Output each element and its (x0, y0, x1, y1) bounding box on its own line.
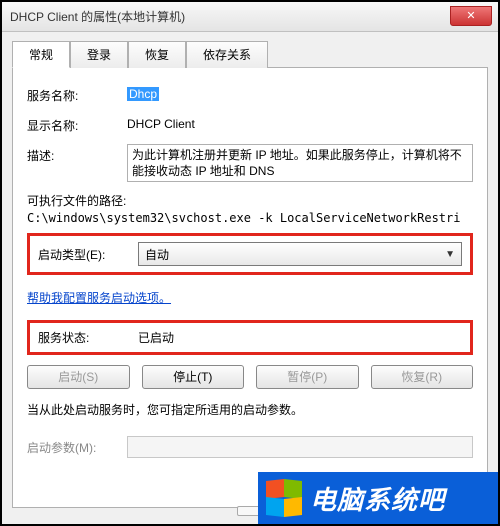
stop-button[interactable]: 停止(T) (142, 365, 245, 389)
start-params-hint: 当从此处启动服务时，您可指定所适用的启动参数。 (27, 401, 473, 418)
watermark-text: 电脑系统吧 (310, 480, 445, 517)
start-button[interactable]: 启动(S) (27, 365, 130, 389)
highlight-startup-type: 启动类型(E): 自动 ▼ (27, 233, 473, 275)
tab-logon[interactable]: 登录 (70, 41, 128, 68)
watermark: 电脑系统吧 (258, 472, 498, 524)
service-name-value: Dhcp (127, 84, 473, 101)
tab-strip: 常规 登录 恢复 依存关系 (12, 40, 488, 68)
help-link[interactable]: 帮助我配置服务启动选项。 (27, 289, 171, 306)
dialog-body: 常规 登录 恢复 依存关系 服务名称: Dhcp 显示名称: DHCP Clie… (2, 32, 498, 524)
pause-button[interactable]: 暂停(P) (256, 365, 359, 389)
description-textbox[interactable]: 为此计算机注册并更新 IP 地址。如果此服务停止，计算机将不能接收动态 IP 地… (127, 144, 473, 182)
status-label: 服务状态: (38, 329, 138, 346)
display-name-label: 显示名称: (27, 114, 127, 134)
service-name-selected[interactable]: Dhcp (127, 87, 159, 101)
chevron-down-icon: ▼ (445, 249, 455, 260)
display-name-value: DHCP Client (127, 114, 473, 131)
close-button[interactable]: ✕ (450, 6, 492, 26)
resume-button[interactable]: 恢复(R) (371, 365, 474, 389)
windows-logo-icon (264, 478, 304, 518)
highlight-service-status: 服务状态: 已启动 (27, 320, 473, 355)
titlebar: DHCP Client 的属性(本地计算机) ✕ (2, 2, 498, 32)
control-buttons: 启动(S) 停止(T) 暂停(P) 恢复(R) (27, 365, 473, 389)
startup-type-select[interactable]: 自动 ▼ (138, 242, 462, 266)
status-value: 已启动 (138, 329, 174, 346)
tab-dependencies[interactable]: 依存关系 (186, 41, 268, 68)
exe-path-label: 可执行文件的路径: (27, 192, 473, 209)
description-label: 描述: (27, 144, 127, 164)
startup-type-value: 自动 (145, 246, 169, 263)
window-title: DHCP Client 的属性(本地计算机) (10, 8, 185, 25)
tab-recovery[interactable]: 恢复 (128, 41, 186, 68)
start-params-label: 启动参数(M): (27, 439, 127, 456)
start-params-input (127, 436, 473, 458)
service-name-label: 服务名称: (27, 84, 127, 104)
tab-general[interactable]: 常规 (12, 41, 70, 68)
exe-path-value: C:\windows\system32\svchost.exe -k Local… (27, 211, 473, 225)
general-panel: 服务名称: Dhcp 显示名称: DHCP Client 描述: 为此计算机注册… (12, 68, 488, 508)
startup-type-label: 启动类型(E): (38, 246, 138, 263)
